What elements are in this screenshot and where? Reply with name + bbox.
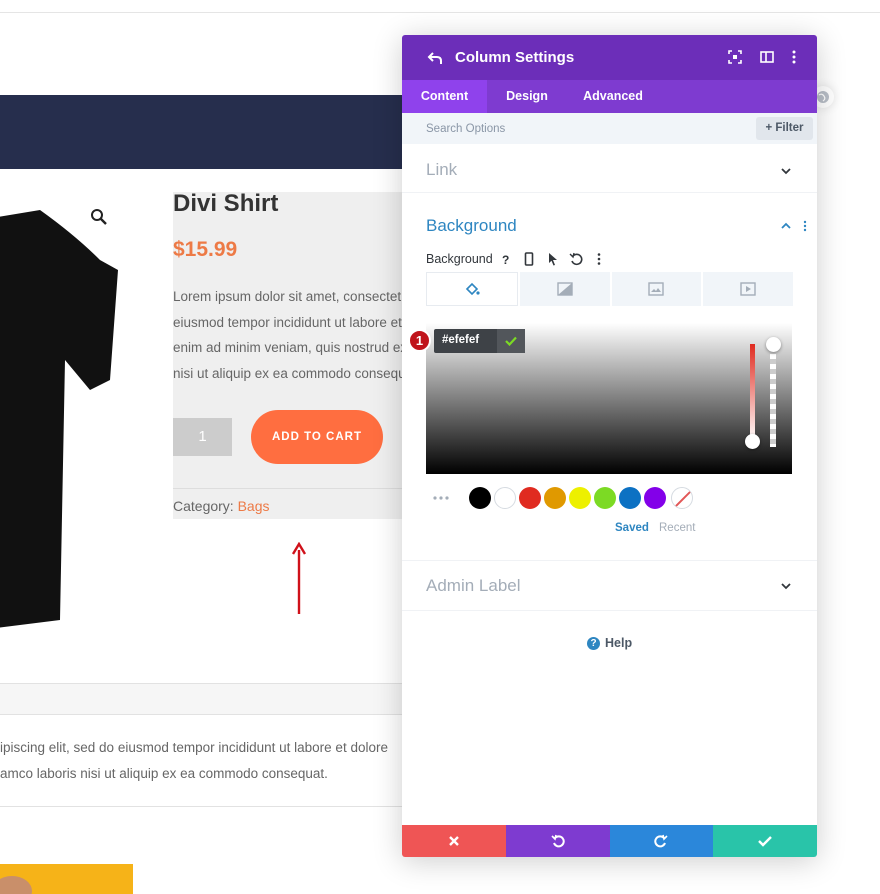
- recent-colors-tab[interactable]: Recent: [659, 522, 695, 534]
- cursor-icon[interactable]: [546, 252, 560, 266]
- saved-colors-tab[interactable]: Saved: [615, 522, 649, 534]
- description-line: Lorem ipsum dolor sit amet, consectetur: [173, 289, 405, 304]
- filter-label: Filter: [775, 122, 804, 134]
- cancel-button[interactable]: [402, 825, 506, 857]
- long-description-line: ipiscing elit, sed do eiusmod tempor inc…: [0, 740, 388, 755]
- color-swatch[interactable]: [644, 487, 666, 509]
- hue-slider-handle[interactable]: [745, 434, 760, 449]
- chevron-up-icon[interactable]: [780, 220, 792, 232]
- color-swatch[interactable]: [469, 487, 491, 509]
- hex-value: #efefef: [442, 334, 480, 346]
- tab-content[interactable]: Content: [402, 80, 487, 113]
- product-long-description: ipiscing elit, sed do eiusmod tempor inc…: [0, 735, 420, 787]
- tab-design[interactable]: Design: [487, 80, 567, 113]
- step-badge: 1: [408, 329, 431, 352]
- fullscreen-icon[interactable]: [727, 49, 743, 65]
- chevron-down-icon[interactable]: [780, 580, 792, 592]
- hue-slider[interactable]: [750, 344, 755, 441]
- check-icon: [758, 836, 772, 847]
- swatch-transparent[interactable]: [671, 487, 693, 509]
- search-bar: + Filter: [402, 113, 817, 144]
- background-option-label: Background: [426, 252, 493, 266]
- search-input[interactable]: [422, 113, 722, 144]
- background-type-tabs: [426, 272, 793, 306]
- plus-icon: +: [765, 122, 773, 134]
- product-price: $15.99: [173, 238, 238, 261]
- paint-bucket-icon: [465, 282, 480, 296]
- sidebar-layout-icon[interactable]: [759, 49, 775, 65]
- more-swatches-icon[interactable]: [432, 489, 450, 507]
- close-icon: [449, 836, 459, 846]
- header-banner: [0, 95, 420, 169]
- color-swatch[interactable]: [619, 487, 641, 509]
- page-top-divider: [0, 12, 880, 13]
- add-to-cart-button[interactable]: ADD TO CART: [251, 410, 383, 464]
- product-title: Divi Shirt: [173, 190, 279, 217]
- section-link[interactable]: Link: [402, 144, 817, 193]
- quantity-input[interactable]: 1: [173, 418, 232, 456]
- hex-color-input[interactable]: #efefef: [434, 329, 525, 353]
- undo-button[interactable]: [505, 825, 610, 857]
- modal-title: Column Settings: [455, 49, 575, 66]
- color-swatch[interactable]: [594, 487, 616, 509]
- section-title-background[interactable]: Background: [426, 216, 517, 236]
- undo-icon: [551, 834, 565, 848]
- section-title-link: Link: [426, 160, 458, 179]
- tab-advanced[interactable]: Advanced: [567, 80, 659, 113]
- help-label: Help: [605, 636, 633, 650]
- check-icon: [505, 336, 517, 346]
- filter-button[interactable]: + Filter: [756, 117, 813, 140]
- product-meta-divider: [173, 488, 413, 489]
- confirm-color-button[interactable]: [497, 329, 525, 353]
- help-link[interactable]: ? Help: [587, 636, 632, 650]
- opacity-slider-handle[interactable]: [766, 337, 781, 352]
- long-description-line: amco laboris nisi ut aliquip ex ea commo…: [0, 766, 328, 781]
- reset-icon[interactable]: [569, 252, 583, 266]
- section-menu-icon[interactable]: [799, 220, 811, 232]
- product-short-description: Lorem ipsum dolor sit amet, consectetur …: [173, 284, 405, 387]
- zoom-icon[interactable]: [90, 208, 108, 226]
- help-circle-icon: ?: [587, 636, 600, 650]
- chevron-down-icon[interactable]: [780, 165, 792, 177]
- color-swatch[interactable]: [519, 487, 541, 509]
- modal-footer: [402, 825, 817, 857]
- section-admin-label[interactable]: Admin Label: [402, 561, 817, 611]
- opacity-slider[interactable]: [770, 344, 776, 447]
- redo-button[interactable]: [609, 825, 714, 857]
- mobile-icon[interactable]: [522, 252, 536, 266]
- svg-text:?: ?: [502, 253, 509, 266]
- more-options-icon[interactable]: [786, 49, 802, 65]
- section-divider: [0, 806, 420, 807]
- modal-header: Column Settings: [402, 35, 817, 80]
- redo-icon: [654, 834, 668, 848]
- gradient-icon: [556, 282, 573, 296]
- video-icon: [740, 282, 756, 296]
- bg-tab-gradient[interactable]: [519, 272, 610, 306]
- promo-image: [0, 864, 133, 894]
- bg-tab-image[interactable]: [611, 272, 702, 306]
- color-swatch[interactable]: [544, 487, 566, 509]
- more-vertical-icon[interactable]: [592, 252, 606, 266]
- section-title-admin-label: Admin Label: [426, 576, 521, 595]
- category-label: Category:: [173, 498, 234, 514]
- description-line: nisi ut aliquip ex ea commodo consequat.: [173, 366, 405, 382]
- arrow-up-icon: [291, 542, 307, 614]
- column-settings-modal: Column Settings Content Design Advanced …: [402, 35, 817, 857]
- back-icon[interactable]: [426, 49, 444, 67]
- save-button[interactable]: [713, 825, 817, 857]
- modal-tabs: Content Design Advanced: [402, 80, 817, 113]
- color-swatch[interactable]: [569, 487, 591, 509]
- description-line: enim ad minim veniam, quis nostrud ex: [173, 340, 405, 356]
- bg-tab-video[interactable]: [703, 272, 793, 306]
- product-category: Category: Bags: [173, 498, 270, 514]
- image-icon: [648, 282, 665, 296]
- help-question-icon[interactable]: ?: [499, 252, 513, 266]
- color-swatch[interactable]: [494, 487, 516, 509]
- product-image-shirt[interactable]: [0, 180, 130, 640]
- product-tabs-strip[interactable]: [0, 683, 420, 715]
- category-link[interactable]: Bags: [238, 498, 270, 514]
- description-line: eiusmod tempor incididunt ut labore et: [173, 314, 402, 330]
- bg-tab-color[interactable]: [426, 272, 518, 306]
